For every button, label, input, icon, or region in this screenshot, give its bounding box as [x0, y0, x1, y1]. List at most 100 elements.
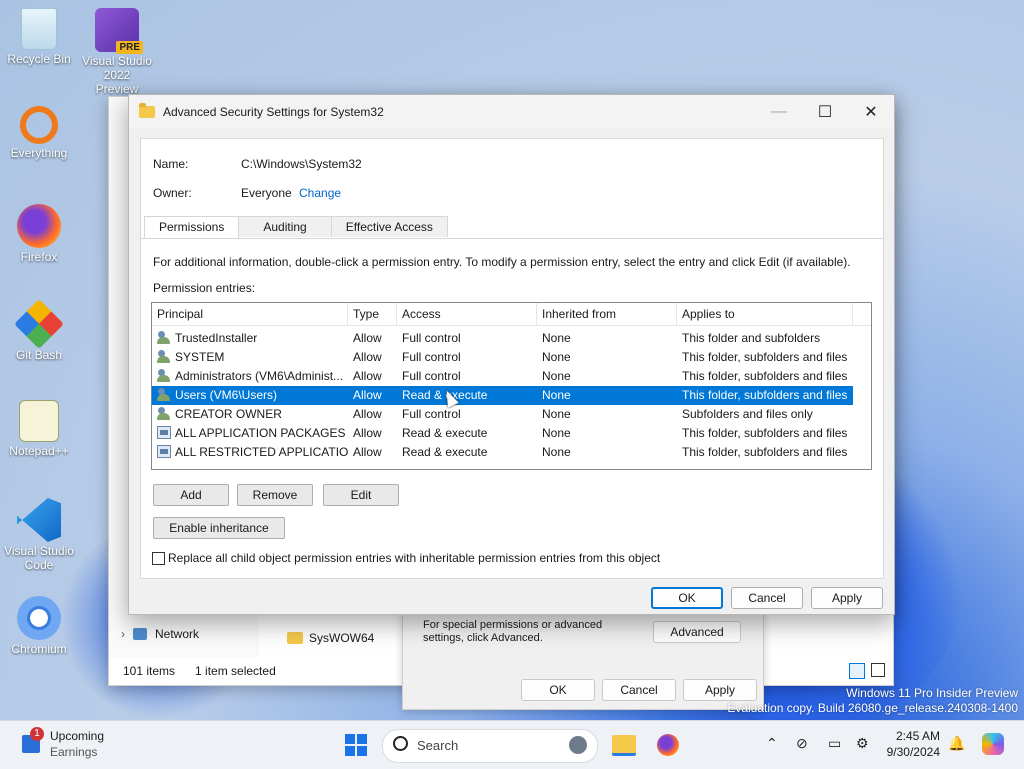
- watermark-line2: Evaluation copy. Build 26080.ge_release.…: [727, 701, 1018, 715]
- advanced-button[interactable]: Advanced: [653, 621, 741, 643]
- folder-item-syswow64[interactable]: SysWOW64: [287, 631, 374, 645]
- apply-button[interactable]: Apply: [811, 587, 883, 609]
- desktop-icon-vscode[interactable]: Visual Studio Code: [4, 498, 74, 572]
- close-button[interactable]: ✕: [848, 95, 894, 129]
- column-header-applies-to[interactable]: Applies to: [677, 303, 853, 325]
- chevron-right-icon: ›: [121, 627, 125, 641]
- tab-strip: Permissions Auditing Effective Access: [144, 216, 448, 239]
- taskbar-file-explorer[interactable]: [608, 729, 640, 761]
- cancel-button[interactable]: Cancel: [731, 587, 803, 609]
- access-cell: Full control: [402, 350, 461, 364]
- permission-entries-list[interactable]: Principal Type Access Inherited from App…: [151, 302, 872, 470]
- replace-child-permissions-checkbox[interactable]: [152, 552, 165, 565]
- notepad-plus-plus-icon: [19, 400, 59, 442]
- inherited-cell: None: [542, 369, 571, 383]
- applies-cell: This folder, subfolders and files: [682, 388, 848, 402]
- add-button[interactable]: Add: [153, 484, 229, 506]
- widget-title: Upcoming: [50, 729, 105, 743]
- user-group-icon: [157, 407, 171, 420]
- desktop-icon-everything[interactable]: Everything: [4, 106, 74, 160]
- copilot-icon[interactable]: [982, 733, 1004, 755]
- principal-cell: Administrators (VM6\Administ...: [175, 369, 344, 383]
- nav-item-network[interactable]: › Network: [121, 627, 199, 641]
- column-header-type[interactable]: Type: [348, 303, 397, 325]
- table-row[interactable]: Administrators (VM6\Administ... Allow Fu…: [152, 367, 871, 386]
- name-value: C:\Windows\System32: [241, 157, 362, 171]
- minimize-button[interactable]: —: [756, 95, 802, 129]
- desktop-icon-label: Recycle Bin: [7, 52, 71, 66]
- properties-cancel-button[interactable]: Cancel: [602, 679, 676, 701]
- nav-item-label: Network: [155, 627, 200, 641]
- windows-logo-icon: [345, 734, 367, 756]
- column-header-access[interactable]: Access: [397, 303, 537, 325]
- dialog-titlebar[interactable]: Advanced Security Settings for System32 …: [129, 95, 894, 129]
- enable-inheritance-button[interactable]: Enable inheritance: [153, 517, 285, 539]
- dialog-title: Advanced Security Settings for System32: [163, 105, 384, 119]
- status-selected-count: 1 item selected: [195, 664, 276, 678]
- desktop-icon-recycle-bin[interactable]: Recycle Bin: [4, 8, 74, 66]
- desktop-icon-git-bash[interactable]: Git Bash: [4, 299, 74, 362]
- change-owner-link[interactable]: Change: [299, 186, 341, 200]
- desktop-icon-label: Visual Studio 2022 Preview: [82, 54, 152, 96]
- file-explorer-icon: [612, 734, 636, 756]
- package-icon: [157, 445, 171, 458]
- display-icon[interactable]: ▭: [828, 735, 841, 752]
- owner-value: Everyone: [241, 186, 292, 200]
- principal-cell: TrustedInstaller: [175, 331, 258, 345]
- clock-date: 9/30/2024: [886, 745, 940, 759]
- tab-permissions[interactable]: Permissions: [144, 216, 240, 239]
- desktop-icon-label: Firefox: [20, 250, 58, 264]
- taskbar-search-box[interactable]: Search: [382, 729, 598, 763]
- inherited-cell: None: [542, 407, 571, 421]
- advanced-security-dialog: Advanced Security Settings for System32 …: [128, 94, 895, 615]
- notification-badge: 1: [30, 727, 44, 741]
- desktop-icon-label: Notepad++: [9, 444, 69, 458]
- tab-divider: [141, 238, 883, 239]
- desktop-icon-firefox[interactable]: Firefox: [4, 204, 74, 264]
- widgets-button[interactable]: 1 Upcoming Earnings: [20, 727, 160, 763]
- folder-icon: [287, 632, 303, 644]
- folder-label: SysWOW64: [309, 631, 375, 645]
- taskbar-firefox[interactable]: [652, 729, 684, 761]
- details-view-icon[interactable]: [849, 663, 865, 679]
- taskbar: 1 Upcoming Earnings Search ⌃ ⊘ ▭ ⚙ 2:45 …: [0, 720, 1024, 769]
- replace-child-permissions-label: Replace all child object permission entr…: [168, 551, 661, 565]
- network-off-icon[interactable]: ⊘: [796, 735, 808, 752]
- table-row[interactable]: CREATOR OWNER Allow Full control None Su…: [152, 405, 871, 424]
- type-cell: Allow: [353, 350, 382, 364]
- start-button[interactable]: [340, 729, 372, 761]
- tab-effective-access[interactable]: Effective Access: [330, 216, 448, 237]
- tiles-view-icon[interactable]: [871, 663, 885, 677]
- desktop-icon-visual-studio[interactable]: PRE Visual Studio 2022 Preview: [82, 8, 152, 96]
- properties-ok-button[interactable]: OK: [521, 679, 595, 701]
- type-cell: Allow: [353, 407, 382, 421]
- user-group-icon: [157, 331, 171, 344]
- firefox-icon: [17, 204, 61, 248]
- settings-icon[interactable]: ⚙: [856, 735, 869, 752]
- edit-button[interactable]: Edit: [323, 484, 399, 506]
- tab-auditing[interactable]: Auditing: [238, 216, 332, 237]
- clock[interactable]: 2:45 AM 9/30/2024: [884, 728, 940, 760]
- ok-button[interactable]: OK: [651, 587, 723, 609]
- table-row[interactable]: TrustedInstaller Allow Full control None…: [152, 329, 871, 348]
- desktop-icon-notepad-plus-plus[interactable]: Notepad++: [4, 400, 74, 458]
- bell-icon[interactable]: 🔔: [948, 735, 965, 752]
- type-cell: Allow: [353, 426, 382, 440]
- table-row[interactable]: ALL APPLICATION PACKAGES Allow Read & ex…: [152, 424, 871, 443]
- desktop-icon-label: Visual Studio Code: [4, 544, 74, 572]
- access-cell: Read & execute: [402, 426, 488, 440]
- column-header-inherited-from[interactable]: Inherited from: [537, 303, 677, 325]
- user-group-icon: [157, 388, 171, 401]
- chevron-up-icon[interactable]: ⌃: [766, 735, 778, 752]
- name-label: Name:: [153, 157, 189, 171]
- maximize-button[interactable]: ☐: [802, 95, 848, 129]
- user-group-icon: [157, 369, 171, 382]
- applies-cell: This folder, subfolders and files: [682, 426, 848, 440]
- table-row-selected[interactable]: Users (VM6\Users) Allow Read & execute N…: [152, 386, 853, 405]
- insider-watermark: Windows 11 Pro Insider Preview Evaluatio…: [727, 686, 1018, 716]
- remove-button[interactable]: Remove: [237, 484, 313, 506]
- desktop-icon-chromium[interactable]: Chromium: [4, 596, 74, 656]
- table-row[interactable]: ALL RESTRICTED APPLICATIO... Allow Read …: [152, 443, 871, 462]
- table-row[interactable]: SYSTEM Allow Full control None This fold…: [152, 348, 871, 367]
- column-header-principal[interactable]: Principal: [152, 303, 348, 325]
